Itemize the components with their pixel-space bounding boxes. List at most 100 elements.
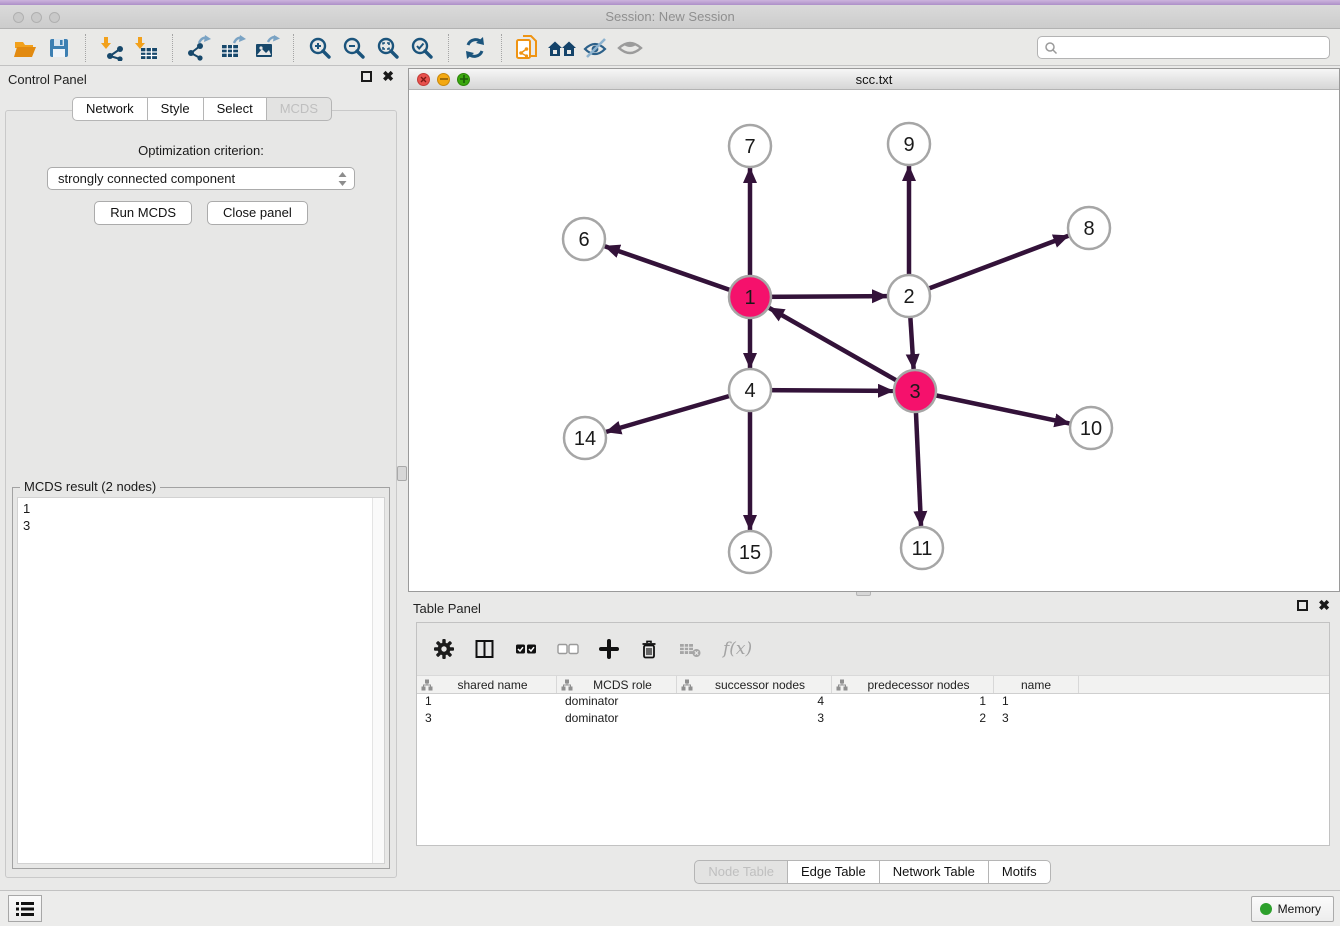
control-panel: Control Panel ✖ Network Style Select MCD… [0, 66, 404, 890]
graph-node-label-10: 10 [1080, 418, 1102, 440]
network-window-title: scc.txt [409, 72, 1339, 87]
add-row-button[interactable] [599, 639, 619, 659]
network-canvas[interactable]: 1234678910111415 [409, 90, 1339, 591]
zoom-in-icon [307, 35, 333, 61]
column-header-successor-nodes[interactable]: successor nodes [677, 676, 832, 693]
table-toolbar: f(x) [417, 623, 1329, 675]
select-all-rows-button[interactable] [515, 642, 537, 656]
node-table-container: f(x) shared name MCDS role [416, 622, 1330, 846]
zoom-fit-button[interactable] [371, 33, 405, 63]
cell-shared-name[interactable]: 1 [417, 694, 557, 711]
deselect-all-rows-button[interactable] [557, 642, 579, 656]
export-table-icon [220, 35, 246, 61]
export-network-button[interactable] [182, 33, 216, 63]
memory-button[interactable]: Memory [1251, 896, 1334, 922]
cell-predecessor-nodes[interactable]: 2 [832, 711, 994, 728]
graph-edge-1-6[interactable] [605, 246, 750, 297]
first-neighbors-button[interactable] [545, 33, 579, 63]
destroy-table-button[interactable] [679, 639, 703, 659]
open-file-button[interactable] [8, 33, 42, 63]
import-network-button[interactable] [95, 33, 129, 63]
mcds-result-group: MCDS result (2 nodes) 1 3 [12, 487, 390, 869]
export-image-button[interactable] [250, 33, 284, 63]
task-history-button[interactable] [8, 895, 42, 922]
cell-mcds-role[interactable]: dominator [557, 711, 677, 728]
tab-motifs[interactable]: Motifs [988, 860, 1051, 884]
cell-shared-name[interactable]: 3 [417, 711, 557, 728]
tab-node-table[interactable]: Node Table [694, 860, 788, 884]
zoom-fit-icon [375, 35, 401, 61]
export-table-button[interactable] [216, 33, 250, 63]
cell-predecessor-nodes[interactable]: 1 [832, 694, 994, 711]
zoom-out-icon [341, 35, 367, 61]
graph-node-label-9: 9 [903, 134, 914, 156]
refresh-view-button[interactable] [458, 33, 492, 63]
run-mcds-button[interactable]: Run MCDS [94, 201, 192, 225]
column-header-predecessor-nodes[interactable]: predecessor nodes [832, 676, 994, 693]
close-panel-icon[interactable]: ✖ [1318, 600, 1330, 611]
toolbar-separator [293, 34, 294, 62]
toolbar-separator [501, 34, 502, 62]
open-file-icon [12, 35, 38, 61]
search-field [1037, 36, 1330, 59]
graph-edge-3-10[interactable] [915, 391, 1069, 423]
tab-mcds[interactable]: MCDS [266, 97, 332, 121]
column-header-name[interactable]: name [994, 676, 1079, 693]
import-table-button[interactable] [129, 33, 163, 63]
columns-icon [475, 639, 495, 659]
zoom-out-button[interactable] [337, 33, 371, 63]
show-graphics-details-button[interactable] [613, 33, 647, 63]
memory-status-icon [1260, 903, 1272, 915]
table-settings-button[interactable] [433, 638, 455, 660]
column-header-mcds-role[interactable]: MCDS role [557, 676, 677, 693]
main-toolbar [0, 30, 1340, 66]
graph-node-label-14: 14 [574, 428, 596, 450]
vertical-splitter-grip[interactable] [397, 466, 407, 481]
apply-function-button[interactable]: f(x) [723, 639, 752, 659]
graph-edge-4-14[interactable] [606, 390, 750, 432]
graph-node-label-2: 2 [903, 286, 914, 308]
toolbar-separator [172, 34, 173, 62]
table-panel: Table Panel ✖ [405, 595, 1340, 890]
export-network-icon [186, 35, 212, 61]
column-type-icon [561, 679, 573, 691]
graph-edge-3-1[interactable] [769, 308, 915, 391]
tab-edge-table[interactable]: Edge Table [787, 860, 880, 884]
criterion-select[interactable]: strongly connected component [47, 167, 355, 190]
zoom-in-button[interactable] [303, 33, 337, 63]
clone-network-button[interactable] [511, 33, 545, 63]
tab-style[interactable]: Style [147, 97, 204, 121]
tab-select[interactable]: Select [203, 97, 267, 121]
cell-successor-nodes[interactable]: 3 [677, 711, 832, 728]
graph-node-label-15: 15 [739, 542, 761, 564]
graph-node-label-11: 11 [912, 538, 933, 560]
close-panel-button[interactable]: Close panel [207, 201, 308, 225]
float-panel-icon[interactable] [1297, 600, 1308, 611]
zoom-selected-icon [409, 35, 435, 61]
hide-style-button[interactable] [579, 33, 613, 63]
control-panel-tabs: Network Style Select MCDS [0, 97, 404, 121]
cell-successor-nodes[interactable]: 4 [677, 694, 832, 711]
graph-node-label-4: 4 [744, 380, 755, 402]
status-bar: Memory [0, 890, 1340, 926]
search-icon [1044, 41, 1058, 55]
tab-network[interactable]: Network [72, 97, 148, 121]
column-visibility-button[interactable] [475, 639, 495, 659]
result-scrollbar[interactable] [372, 498, 384, 863]
network-window-titlebar[interactable]: scc.txt [409, 69, 1339, 90]
delete-rows-button[interactable] [639, 639, 659, 660]
cell-name[interactable]: 1 [994, 694, 1079, 711]
zoom-selected-button[interactable] [405, 33, 439, 63]
cell-name[interactable]: 3 [994, 711, 1079, 728]
cell-mcds-role[interactable]: dominator [557, 694, 677, 711]
search-input[interactable] [1058, 41, 1323, 55]
save-session-button[interactable] [42, 33, 76, 63]
graph-edge-2-8[interactable] [909, 236, 1068, 296]
show-graphics-details-icon [616, 35, 644, 61]
mcds-result-title: MCDS result (2 nodes) [20, 479, 160, 494]
tab-network-table[interactable]: Network Table [879, 860, 989, 884]
column-header-shared-name[interactable]: shared name [417, 676, 557, 693]
float-panel-icon[interactable] [361, 71, 372, 82]
control-panel-title: Control Panel [8, 72, 87, 87]
close-panel-icon[interactable]: ✖ [382, 71, 394, 82]
